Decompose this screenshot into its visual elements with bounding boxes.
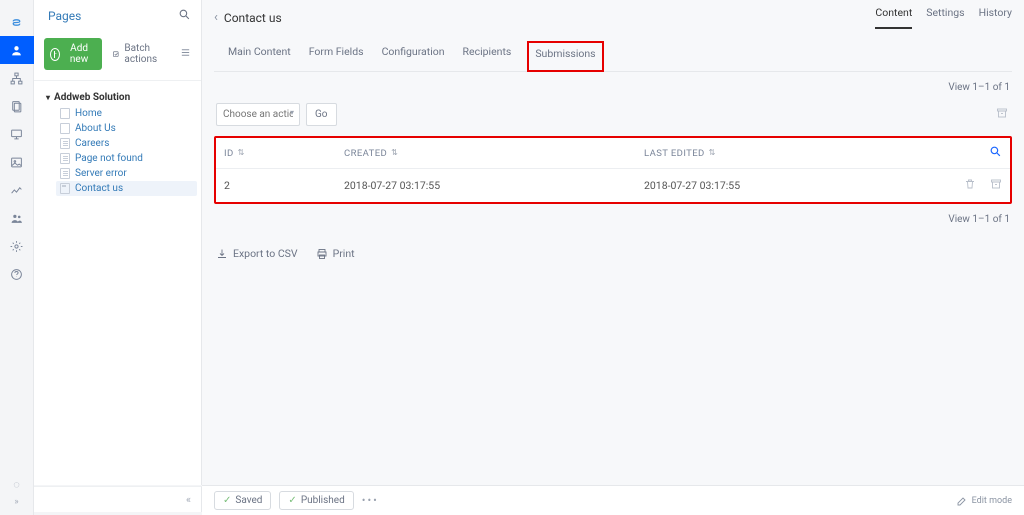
grid-search-icon[interactable] [989, 145, 1002, 161]
delete-icon[interactable] [964, 178, 976, 193]
rail-settings-icon[interactable] [0, 232, 34, 260]
archive-row-icon[interactable] [990, 178, 1002, 193]
icon-rail: ◌ » [0, 0, 34, 515]
bulk-action-select[interactable] [216, 103, 300, 126]
page-tree: Addweb Solution Home About Us Careers Pa… [34, 81, 201, 200]
rail-users-icon[interactable] [0, 204, 34, 232]
more-actions-icon[interactable]: ••• [362, 494, 379, 507]
batch-actions-link[interactable]: Batch actions [112, 43, 170, 65]
status-saved: Saved [214, 491, 271, 510]
tree-item-about[interactable]: About Us [56, 121, 197, 136]
export-csv-link[interactable]: Export to CSV [216, 247, 298, 260]
mode-tabs: Content Settings History [875, 6, 1012, 29]
mode-content[interactable]: Content [875, 6, 912, 29]
sidebar-title: Pages [48, 9, 81, 23]
page-icon [60, 168, 70, 179]
go-button[interactable]: Go [306, 103, 337, 126]
tab-submissions[interactable]: Submissions [527, 41, 603, 72]
rail-help-icon[interactable] [0, 260, 34, 288]
tree-root[interactable]: Addweb Solution [42, 89, 197, 106]
submissions-grid: ID⇅ CREATED⇅ LAST EDITED⇅ 2 2018-07-27 0… [214, 136, 1012, 204]
cell-created: 2018-07-27 03:17:55 [344, 179, 644, 192]
page-title: Contact us [224, 11, 282, 25]
footer: Saved Published ••• Edit mode [202, 485, 1024, 515]
table-row[interactable]: 2 2018-07-27 03:17:55 2018-07-27 03:17:5… [216, 169, 1010, 202]
rail-image-icon[interactable] [0, 148, 34, 176]
search-icon[interactable] [178, 8, 191, 24]
rail-monitor-icon[interactable] [0, 120, 34, 148]
rail-user-icon[interactable] [0, 36, 34, 64]
tab-form-fields[interactable]: Form Fields [307, 41, 366, 71]
tree-item-careers[interactable]: Careers [56, 136, 197, 151]
sidebar: Pages Add new Batch actions Addweb Solut… [34, 0, 202, 485]
status-published: Published [279, 491, 353, 510]
rail-refresh-icon[interactable]: ◌ [13, 478, 20, 491]
tree-item-home[interactable]: Home [56, 106, 197, 121]
rail-files-icon[interactable] [0, 92, 34, 120]
mode-settings[interactable]: Settings [926, 6, 964, 29]
cell-edited: 2018-07-27 03:17:55 [644, 179, 942, 192]
tab-main-content[interactable]: Main Content [226, 41, 293, 71]
rail-sitemap-icon[interactable] [0, 64, 34, 92]
sort-icon: ⇅ [238, 150, 245, 156]
form-page-icon [60, 183, 70, 194]
sidebar-collapse[interactable]: « [34, 486, 202, 512]
main: ‹ Contact us Content Settings History Ma… [202, 0, 1024, 485]
pager-top: View 1–1 of 1 [202, 72, 1024, 99]
col-created[interactable]: CREATED⇅ [344, 148, 644, 159]
tree-item-contact[interactable]: Contact us [56, 181, 197, 196]
print-link[interactable]: Print [316, 247, 355, 260]
rail-expand-icon[interactable]: » [14, 497, 18, 507]
rail-analytics-icon[interactable] [0, 176, 34, 204]
page-icon [60, 138, 70, 149]
list-view-icon[interactable] [180, 47, 191, 61]
back-icon[interactable]: ‹ [214, 10, 218, 25]
add-new-button[interactable]: Add new [44, 38, 102, 70]
tab-configuration[interactable]: Configuration [380, 41, 447, 71]
page-icon [60, 108, 70, 119]
edit-mode-toggle[interactable]: Edit mode [956, 495, 1012, 507]
archive-icon[interactable] [996, 107, 1008, 122]
page-icon [60, 123, 70, 134]
sub-tabs: Main Content Form Fields Configuration R… [214, 35, 1012, 72]
logo-icon[interactable] [0, 8, 34, 36]
tree-item-404[interactable]: Page not found [56, 151, 197, 166]
tree-item-500[interactable]: Server error [56, 166, 197, 181]
cell-id: 2 [224, 179, 344, 192]
sort-icon: ⇅ [709, 150, 716, 156]
col-id[interactable]: ID⇅ [224, 148, 344, 159]
sort-icon: ⇅ [391, 150, 398, 156]
tab-recipients[interactable]: Recipients [461, 41, 514, 71]
page-icon [60, 153, 70, 164]
pager-bottom: View 1–1 of 1 [202, 204, 1024, 231]
mode-history[interactable]: History [979, 6, 1012, 29]
col-edited[interactable]: LAST EDITED⇅ [644, 148, 942, 159]
